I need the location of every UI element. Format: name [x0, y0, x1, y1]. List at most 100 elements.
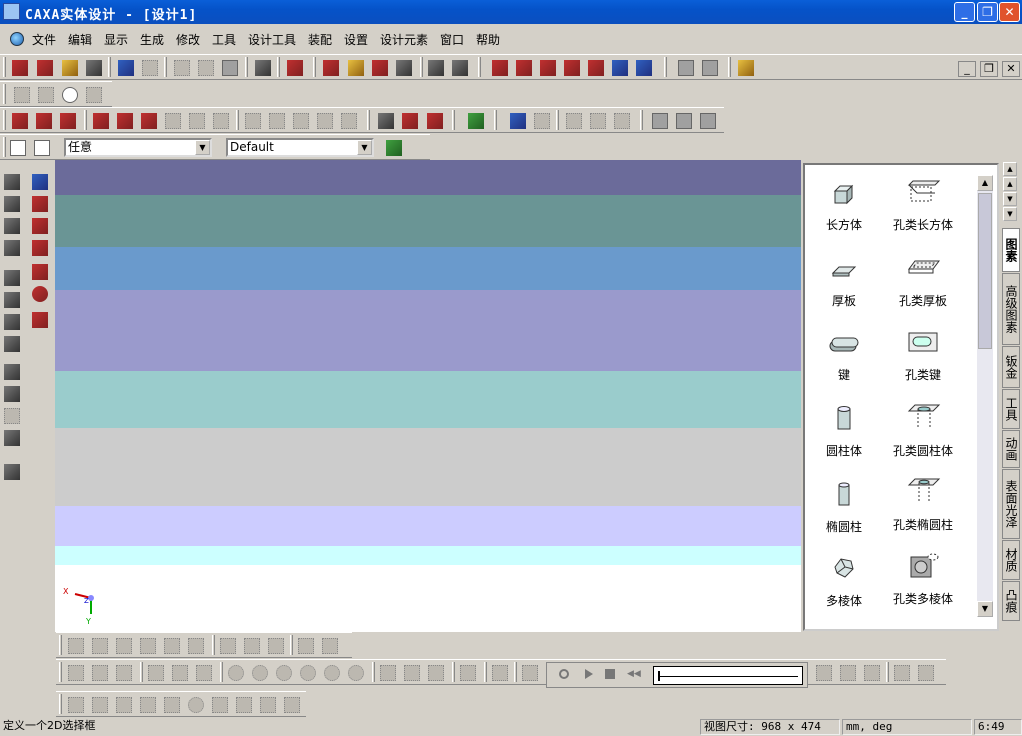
sketch-circle-icon[interactable] — [32, 286, 48, 302]
help-pointer-icon[interactable] — [287, 60, 303, 76]
menu-tools[interactable]: 工具 — [212, 31, 236, 48]
stop-icon[interactable] — [605, 669, 615, 679]
sketch-plane-icon[interactable] — [32, 196, 48, 212]
close-button[interactable]: ✕ — [999, 2, 1020, 22]
sketch-text-icon[interactable] — [32, 312, 48, 328]
catalog-item[interactable]: 厚板 — [809, 259, 879, 309]
tab-last-icon[interactable]: ▼ — [1003, 207, 1017, 221]
tab-animation[interactable]: 动画 — [1002, 430, 1020, 468]
zoom-icon[interactable] — [4, 270, 20, 286]
fillet-icon[interactable] — [141, 113, 157, 129]
timeline-handle[interactable] — [658, 671, 660, 681]
camera-icon[interactable] — [4, 364, 20, 380]
import-icon[interactable] — [323, 60, 339, 76]
sketch-arc-icon[interactable] — [32, 240, 48, 256]
boolean-icon[interactable] — [269, 113, 285, 129]
catalog-item[interactable]: 孔类厚板 — [881, 255, 965, 309]
coincident-icon[interactable] — [212, 697, 228, 713]
fix-icon[interactable] — [284, 697, 300, 713]
rectangle-icon[interactable] — [196, 665, 212, 681]
light-icon[interactable] — [372, 60, 388, 76]
catalog-item[interactable]: 圆柱体 — [809, 405, 879, 459]
tab-first-icon[interactable]: ▲ — [1003, 162, 1017, 176]
horizontal-icon[interactable] — [140, 697, 156, 713]
camera-target-icon[interactable] — [4, 386, 20, 402]
extend-sketch-icon[interactable] — [244, 638, 260, 654]
triball-icon[interactable] — [492, 60, 508, 76]
curve-c-icon[interactable] — [864, 665, 880, 681]
menu-view[interactable]: 显示 — [104, 31, 128, 48]
menu-generate[interactable]: 生成 — [140, 31, 164, 48]
sketch-select-icon[interactable] — [32, 174, 48, 190]
align-icon[interactable] — [540, 60, 556, 76]
find-icon[interactable] — [255, 60, 271, 76]
filter-select[interactable]: 任意 ▼ — [64, 138, 212, 157]
tab-next-icon[interactable]: ▼ — [1003, 192, 1017, 206]
menu-help[interactable]: 帮助 — [476, 31, 500, 48]
catalog-item[interactable]: 多棱体 — [809, 555, 879, 609]
fillet-sketch-icon[interactable] — [492, 665, 508, 681]
perpendicular-icon[interactable] — [68, 697, 84, 713]
text-icon[interactable] — [428, 60, 444, 76]
tab-surface-finish[interactable]: 表面光泽 — [1002, 469, 1020, 539]
parallel-icon[interactable] — [116, 697, 132, 713]
hierarchy-icon[interactable] — [386, 140, 402, 156]
catalog-item[interactable]: 长方体 — [809, 183, 879, 233]
point-icon[interactable] — [14, 87, 30, 103]
play-icon[interactable] — [585, 669, 593, 679]
line-point-icon[interactable] — [38, 87, 54, 103]
scroll-down-icon[interactable]: ▼ — [977, 601, 993, 617]
break-sketch-icon[interactable] — [268, 638, 284, 654]
assembly-icon[interactable] — [468, 113, 484, 129]
curve-d-icon[interactable] — [894, 665, 910, 681]
redo-icon[interactable] — [142, 60, 158, 76]
circle-point-icon[interactable] — [62, 87, 78, 103]
undo-icon[interactable] — [118, 60, 134, 76]
sketch-rect-icon[interactable] — [32, 218, 48, 234]
project-icon[interactable] — [188, 638, 204, 654]
rotate-view-icon[interactable] — [4, 240, 20, 256]
tab-prev-icon[interactable]: ▲ — [1003, 177, 1017, 191]
properties-icon[interactable] — [452, 60, 468, 76]
panel-b-icon[interactable] — [702, 60, 718, 76]
catalog-item[interactable]: 孔类键 — [881, 329, 965, 383]
pick-edge-icon[interactable] — [534, 113, 550, 129]
tangent-line-icon[interactable] — [92, 665, 108, 681]
arc-center-icon[interactable] — [404, 665, 420, 681]
catalog-item[interactable]: 孔类多棱体 — [881, 551, 965, 607]
design-tree-icon[interactable] — [738, 60, 754, 76]
zoom-window-icon[interactable] — [4, 292, 20, 308]
decal-icon[interactable] — [427, 113, 443, 129]
sweep-icon[interactable] — [60, 113, 76, 129]
circle-tangent-icon[interactable] — [300, 665, 316, 681]
measure-area-icon[interactable] — [614, 113, 630, 129]
menu-window[interactable]: 窗口 — [440, 31, 464, 48]
circle-3pt-icon[interactable] — [276, 665, 292, 681]
cut-icon[interactable] — [174, 60, 190, 76]
rotate-sketch-icon[interactable] — [116, 638, 132, 654]
design-canvas[interactable]: X Y Z — [55, 160, 801, 632]
pattern-icon[interactable] — [317, 113, 333, 129]
draft-icon[interactable] — [213, 113, 229, 129]
surface-icon[interactable] — [117, 113, 133, 129]
menu-file[interactable]: 文件 — [32, 31, 56, 48]
orbit-icon[interactable] — [4, 196, 20, 212]
mate-icon[interactable] — [564, 60, 580, 76]
scroll-up-icon[interactable]: ▲ — [977, 175, 993, 191]
grid-b-icon[interactable] — [676, 113, 692, 129]
pan-icon[interactable] — [4, 174, 20, 190]
curve-e-icon[interactable] — [918, 665, 934, 681]
mirror-icon[interactable] — [341, 113, 357, 129]
walk-icon[interactable] — [4, 218, 20, 234]
scroll-thumb[interactable] — [978, 193, 992, 349]
vertical-icon[interactable] — [164, 697, 180, 713]
bspline-icon[interactable] — [172, 665, 188, 681]
open-icon[interactable] — [62, 60, 78, 76]
line-icon[interactable] — [68, 665, 84, 681]
offset-sketch-icon[interactable] — [164, 638, 180, 654]
curve-a-icon[interactable] — [816, 665, 832, 681]
catalog-item[interactable]: 孔类椭圆柱 — [881, 477, 965, 533]
trim-sketch-icon[interactable] — [220, 638, 236, 654]
perpendicular-line-icon[interactable] — [116, 665, 132, 681]
scheme-select[interactable]: Default ▼ — [226, 138, 374, 157]
